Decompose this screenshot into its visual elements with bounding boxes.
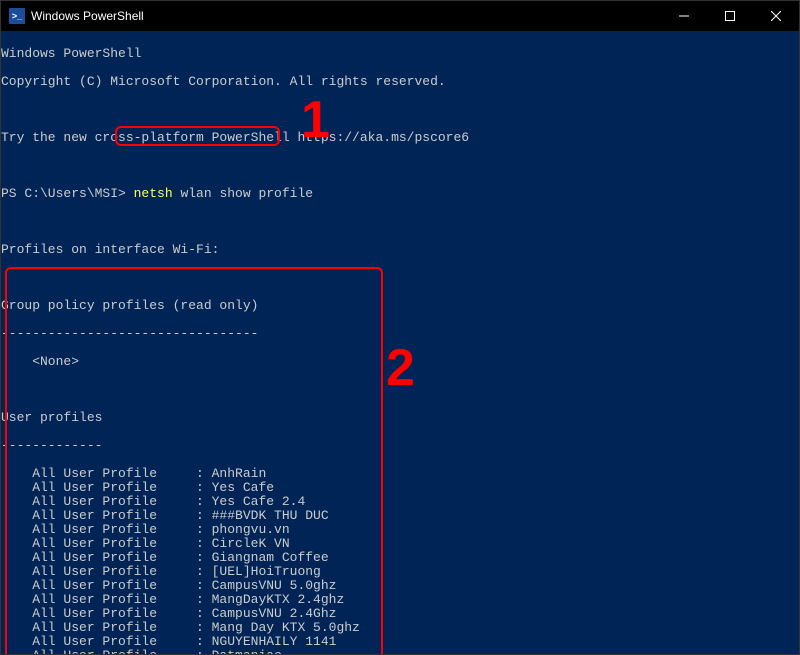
profile-row: All User Profile : CampusVNU 2.4Ghz (1, 607, 799, 621)
none-line: <None> (1, 355, 799, 369)
header-line: Try the new cross-platform PowerShell ht… (1, 131, 799, 145)
profile-row: All User Profile : Yes Cafe (1, 481, 799, 495)
blank-line (1, 215, 799, 229)
powershell-icon: >_ (9, 8, 25, 24)
window-controls (661, 1, 799, 31)
section-header: Group policy profiles (read only) (1, 299, 799, 313)
profile-row: All User Profile : Yes Cafe 2.4 (1, 495, 799, 509)
header-line: Copyright (C) Microsoft Corporation. All… (1, 75, 799, 89)
profile-row: All User Profile : Mang Day KTX 5.0ghz (1, 621, 799, 635)
blank-line (1, 271, 799, 285)
blank-line (1, 383, 799, 397)
profile-row: All User Profile : AnhRain (1, 467, 799, 481)
profile-row: All User Profile : MangDayKTX 2.4ghz (1, 593, 799, 607)
section-header: User profiles (1, 411, 799, 425)
title-bar[interactable]: >_ Windows PowerShell (1, 1, 799, 31)
section-header: Profiles on interface Wi-Fi: (1, 243, 799, 257)
profile-row: All User Profile : NGUYENHAILY 1141 (1, 635, 799, 649)
blank-line (1, 159, 799, 173)
maximize-button[interactable] (707, 1, 753, 31)
title-bar-left: >_ Windows PowerShell (9, 8, 661, 24)
powershell-window: >_ Windows PowerShell Windows PowerShell… (0, 0, 800, 655)
profile-row: All User Profile : CampusVNU 5.0ghz (1, 579, 799, 593)
terminal-body[interactable]: Windows PowerShell Copyright (C) Microso… (1, 31, 799, 654)
command-line: PS C:\Users\MSI> netsh wlan show profile (1, 187, 799, 201)
command-name: netsh (134, 186, 173, 201)
profile-row: All User Profile : Giangnam Coffee (1, 551, 799, 565)
window-title: Windows PowerShell (31, 9, 144, 23)
prompt: PS C:\Users\MSI> (1, 186, 134, 201)
section-dashes: ------------- (1, 439, 799, 453)
profiles-list: All User Profile : AnhRain All User Prof… (1, 467, 799, 654)
profile-row: All User Profile : phongvu.vn (1, 523, 799, 537)
command-args: wlan show profile (173, 186, 313, 201)
profile-row: All User Profile : Datmaniac (1, 649, 799, 654)
minimize-button[interactable] (661, 1, 707, 31)
section-dashes: --------------------------------- (1, 327, 799, 341)
profile-row: All User Profile : [UEL]HoiTruong (1, 565, 799, 579)
profile-row: All User Profile : ###BVDK THU DUC (1, 509, 799, 523)
header-line: Windows PowerShell (1, 47, 799, 61)
close-button[interactable] (753, 1, 799, 31)
blank-line (1, 103, 799, 117)
profile-row: All User Profile : CircleK VN (1, 537, 799, 551)
